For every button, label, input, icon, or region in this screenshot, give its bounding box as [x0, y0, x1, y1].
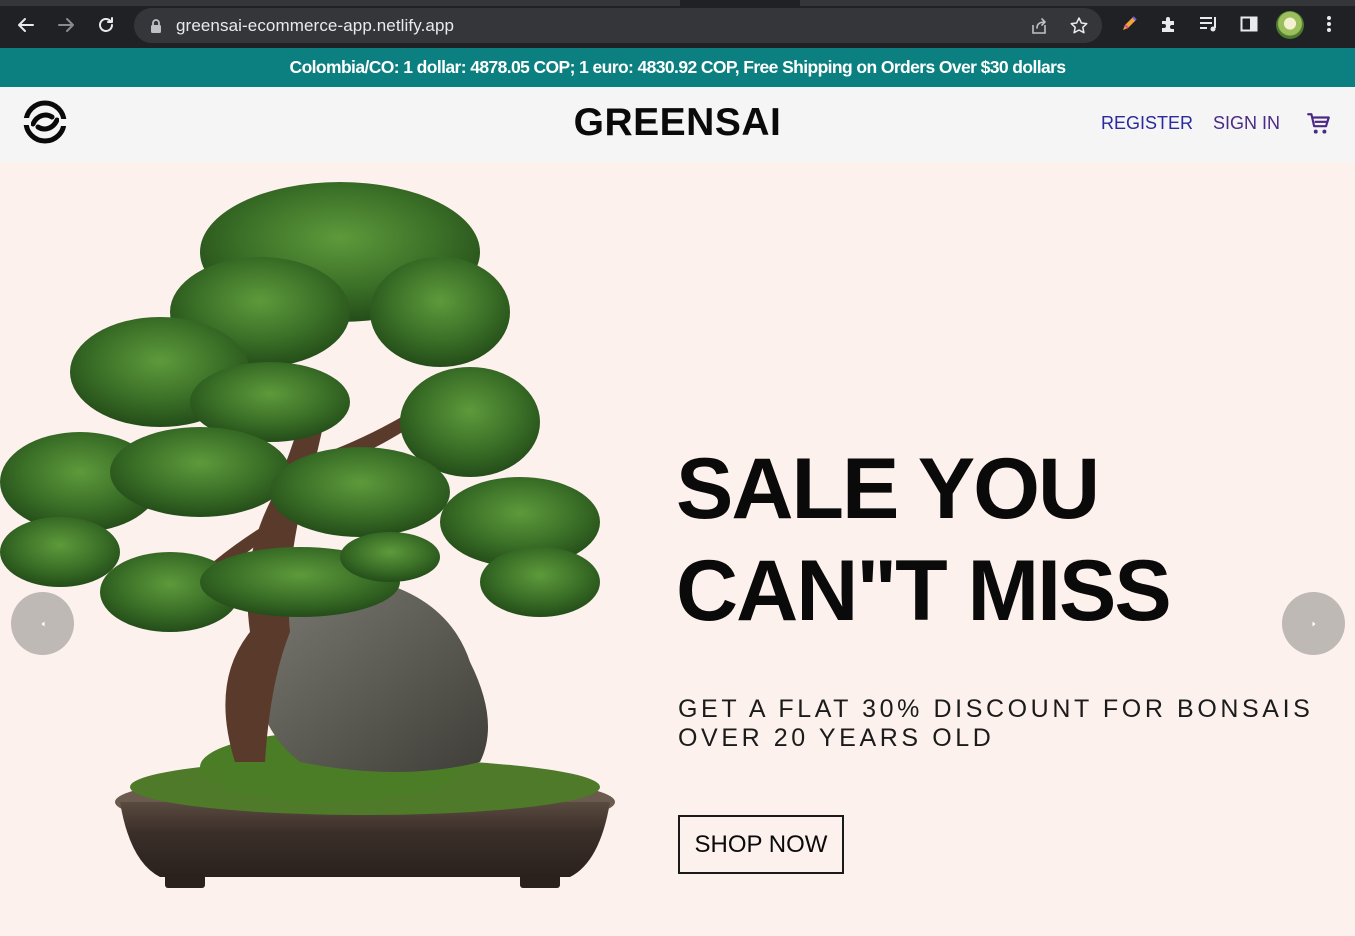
hero-carousel: SALE YOU CAN"T MISS GET A FLAT 30% DISCO…	[0, 162, 1355, 936]
reload-icon[interactable]	[93, 12, 119, 38]
url-text[interactable]: greensai-ecommerce-app.netlify.app	[176, 16, 454, 36]
hero-subline-line1: GET A FLAT 30% DISCOUNT FOR BONSAIS	[678, 695, 1314, 723]
sign-in-link[interactable]: SIGN IN	[1213, 113, 1280, 134]
more-menu-icon[interactable]	[1318, 13, 1340, 35]
chevron-left-icon	[41, 621, 44, 626]
hero-headline-line2: CAN"T MISS	[676, 543, 1172, 639]
bonsai-tree-image	[0, 162, 630, 902]
forward-icon[interactable]	[53, 12, 79, 38]
address-bar[interactable]: greensai-ecommerce-app.netlify.app	[134, 8, 1102, 43]
register-link[interactable]: REGISTER	[1101, 113, 1193, 134]
profile-avatar[interactable]	[1276, 11, 1304, 39]
site-header: GREENSAI REGISTER SIGN IN	[0, 87, 1355, 162]
cart-icon[interactable]	[1306, 111, 1332, 137]
extensions-puzzle-icon[interactable]	[1158, 13, 1180, 35]
brand-title-text[interactable]: GREENSAI	[574, 101, 782, 145]
chevron-right-icon	[1312, 621, 1315, 626]
announcement-text: Colombia/CO: 1 dollar: 4878.05 COP; 1 eu…	[289, 57, 1067, 77]
lock-icon[interactable]	[146, 16, 166, 36]
browser-toolbar: greensai-ecommerce-app.netlify.app	[0, 0, 1355, 48]
pen-extension-icon[interactable]	[1118, 13, 1140, 35]
carousel-prev-button[interactable]	[11, 592, 74, 655]
hero-headline: SALE YOU CAN"T MISS	[676, 438, 1296, 642]
bookmark-star-icon[interactable]	[1069, 16, 1089, 36]
shop-now-button[interactable]: SHOP NOW	[678, 815, 844, 874]
share-icon[interactable]	[1029, 16, 1049, 36]
announcement-bar: Colombia/CO: 1 dollar: 4878.05 COP; 1 eu…	[0, 48, 1355, 87]
hero-subline-line2: OVER 20 YEARS OLD	[678, 724, 995, 752]
active-tab-edge[interactable]	[680, 0, 800, 6]
hero-subline: GET A FLAT 30% DISCOUNT FOR BONSAIS OVER…	[678, 695, 1318, 753]
media-queue-icon[interactable]	[1198, 13, 1220, 35]
hero-headline-line1: SALE YOU	[676, 441, 1100, 537]
tab-strip-edge	[0, 0, 1355, 6]
side-panel-icon[interactable]	[1238, 13, 1260, 35]
back-icon[interactable]	[13, 12, 39, 38]
